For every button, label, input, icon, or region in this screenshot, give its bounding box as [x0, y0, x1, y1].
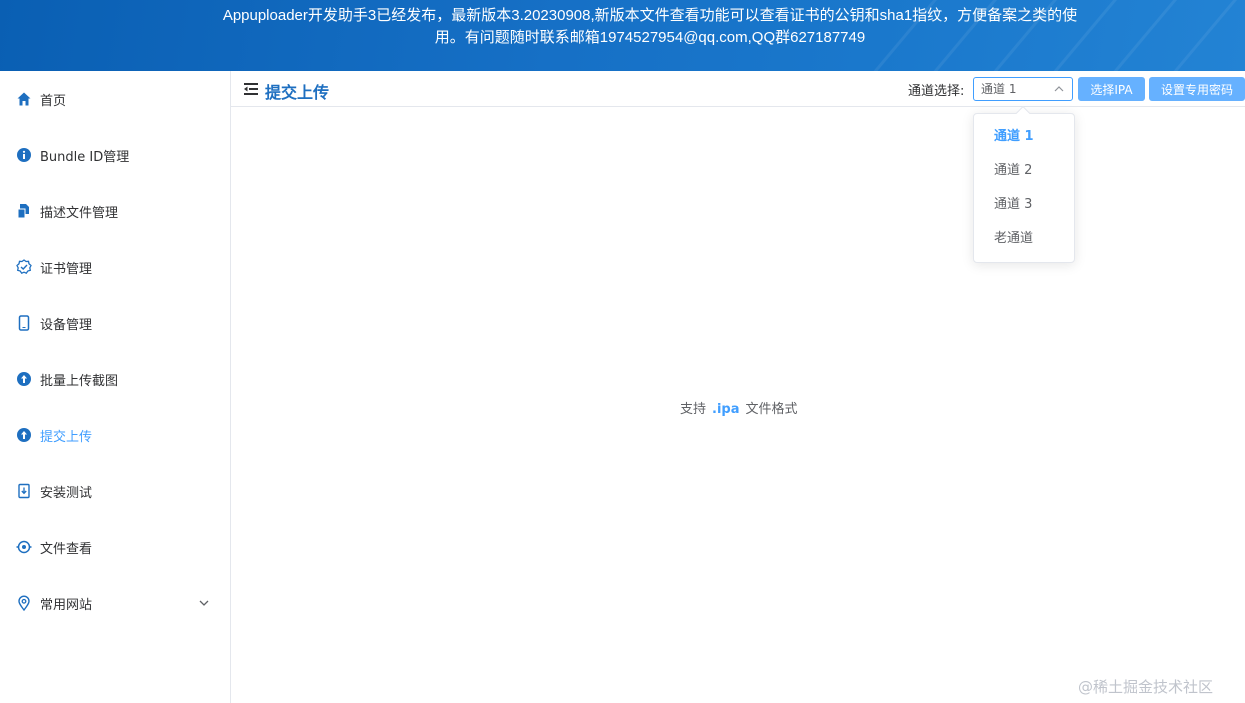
upload-icon — [15, 427, 32, 444]
sidebar-item-bundle-id[interactable]: Bundle ID管理 — [0, 127, 230, 183]
sidebar-item-certificates[interactable]: 证书管理 — [0, 239, 230, 295]
sidebar-item-label: 批量上传截图 — [40, 373, 119, 389]
sidebar-item-label: 提交上传 — [40, 429, 93, 445]
sidebar-item-install-test[interactable]: 安装测试 — [0, 463, 230, 519]
announcement-line-1: Appuploader开发助手3已经发布，最新版本3.20230908,新版本文… — [222, 7, 1078, 24]
channel-select[interactable]: 通道 1 — [973, 77, 1073, 101]
support-suffix: 文件格式 — [745, 402, 798, 417]
sidebar-item-label: 首页 — [40, 93, 67, 109]
sidebar-item-label: 证书管理 — [40, 261, 93, 277]
set-password-button[interactable]: 设置专用密码 — [1149, 77, 1245, 101]
sidebar-item-label: 常用网站 — [40, 597, 93, 613]
page-title: 提交上传 — [265, 83, 330, 102]
channel-select-value: 通道 1 — [981, 82, 1017, 96]
announcement-banner: Appuploader开发助手3已经发布，最新版本3.20230908,新版本文… — [0, 0, 1245, 71]
channel-dropdown: 通道 1 通道 2 通道 3 老通道 — [973, 105, 1075, 263]
support-prefix: 支持 — [680, 402, 707, 417]
channel-option-1[interactable]: 通道 1 — [974, 120, 1074, 154]
chevron-up-icon — [1054, 86, 1064, 92]
watermark: @稀土掘金技术社区 — [1078, 678, 1214, 696]
channel-option-3[interactable]: 通道 3 — [974, 188, 1074, 222]
files-icon — [15, 203, 32, 220]
sidebar-item-home[interactable]: 首页 — [0, 71, 230, 127]
collapse-menu-icon[interactable] — [243, 81, 259, 97]
info-icon — [15, 147, 32, 164]
sidebar-item-label: Bundle ID管理 — [40, 149, 130, 165]
sidebar-item-file-view[interactable]: 文件查看 — [0, 519, 230, 575]
channel-select-label: 通道选择: — [908, 84, 965, 99]
chevron-down-icon[interactable] — [198, 597, 210, 609]
select-ipa-button[interactable]: 选择IPA — [1078, 77, 1145, 101]
sidebar-item-devices[interactable]: 设备管理 — [0, 295, 230, 351]
support-extension: .ipa — [712, 402, 740, 417]
channel-option-legacy[interactable]: 老通道 — [974, 222, 1074, 256]
channel-option-2[interactable]: 通道 2 — [974, 154, 1074, 188]
phone-icon — [15, 315, 32, 332]
install-icon — [15, 483, 32, 500]
badge-check-icon — [15, 259, 32, 276]
sidebar-item-profiles[interactable]: 描述文件管理 — [0, 183, 230, 239]
sidebar-item-label: 安装测试 — [40, 485, 93, 501]
sidebar-item-label: 描述文件管理 — [40, 205, 119, 221]
sidebar-item-common-sites[interactable]: 常用网站 — [0, 575, 230, 631]
announcement-text: Appuploader开发助手3已经发布，最新版本3.20230908,新版本文… — [180, 5, 1120, 49]
sidebar-item-submit-upload[interactable]: 提交上传 — [0, 407, 230, 463]
upload-icon — [15, 371, 32, 388]
sidebar-item-label: 设备管理 — [40, 317, 93, 333]
main-header: 提交上传 通道选择: 通道 1 选择IPA 设置专用密码 — [231, 71, 1245, 107]
sidebar: 首页 Bundle ID管理 描述文件管理 证书管理 设备管理 批量上传截图 提… — [0, 71, 231, 703]
announcement-line-2: 用。有问题随时联系邮箱1974527954@qq.com,QQ群62718774… — [434, 29, 866, 46]
dropdown-arrow — [1015, 105, 1031, 121]
sidebar-item-label: 文件查看 — [40, 541, 93, 557]
location-icon — [15, 595, 32, 612]
home-icon — [15, 91, 32, 108]
sidebar-item-batch-screenshots[interactable]: 批量上传截图 — [0, 351, 230, 407]
view-icon — [15, 539, 32, 556]
upload-drop-area-hint[interactable]: 支持 .ipa 文件格式 — [680, 398, 798, 417]
